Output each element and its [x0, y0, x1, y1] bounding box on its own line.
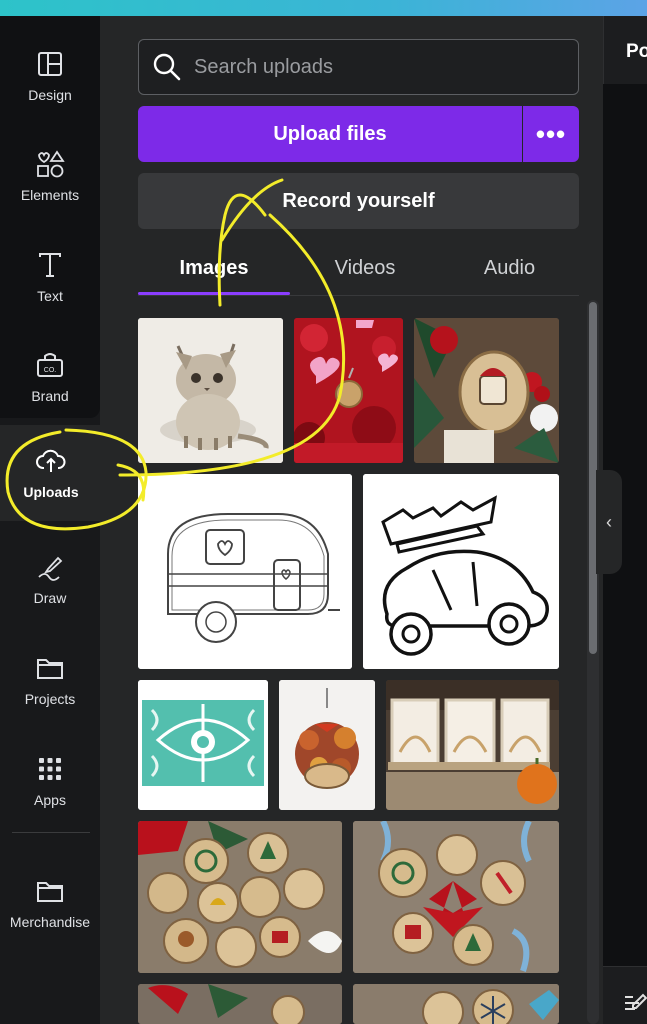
upload-thumbnail[interactable] — [414, 318, 559, 463]
upload-thumbnail[interactable] — [138, 821, 342, 973]
car-tree-drawing-image — [363, 474, 559, 669]
snowflake-slices-partial-image — [353, 984, 559, 1024]
nav-item-brand[interactable]: CO. Brand — [0, 332, 100, 422]
upload-thumbnail[interactable] — [353, 984, 559, 1024]
upload-thumbnail[interactable] — [138, 680, 268, 810]
more-options-button[interactable]: ••• — [523, 106, 579, 162]
upload-thumbnail[interactable] — [386, 680, 559, 810]
layout-icon — [35, 49, 65, 79]
red-ornaments-partial-image — [138, 984, 342, 1024]
nav-item-text[interactable]: Text — [0, 232, 100, 322]
kitten-sketch-image — [138, 318, 283, 463]
camper-drawing-image — [138, 474, 352, 669]
apps-grid-icon — [35, 754, 65, 784]
nav-item-uploads[interactable]: Uploads — [0, 425, 102, 521]
upload-thumbnail[interactable] — [138, 318, 283, 463]
right-title-fragment: Po — [626, 41, 647, 62]
tab-divider — [138, 295, 579, 296]
wood-poinsettia-image — [353, 821, 559, 973]
nav-label: Design — [28, 87, 72, 103]
right-header: Po — [603, 16, 647, 84]
nav-label: Apps — [34, 792, 66, 808]
search-icon — [152, 52, 182, 82]
nav-item-merchandise[interactable]: Merchandise — [0, 858, 100, 948]
shapes-icon — [35, 149, 65, 179]
record-yourself-button[interactable]: Record yourself — [138, 173, 579, 229]
tab-audio[interactable]: Audio — [440, 246, 579, 290]
nav-item-design[interactable]: Design — [0, 31, 100, 121]
nav-label: Elements — [20, 187, 80, 203]
nav-label: Projects — [24, 691, 76, 707]
wood-slice-ornaments-image — [138, 821, 342, 973]
tab-videos[interactable]: Videos — [290, 246, 440, 290]
nav-divider — [12, 832, 90, 833]
uploads-panel: Upload files ••• Record yourself Images … — [100, 16, 603, 1024]
upload-thumbnail[interactable] — [279, 680, 375, 810]
upload-thumbnail[interactable] — [138, 984, 342, 1024]
collapse-panel-button[interactable]: ‹ — [596, 470, 622, 574]
cloud-upload-icon — [36, 446, 66, 476]
search-input[interactable] — [194, 55, 554, 79]
chevron-left-icon: ‹ — [606, 511, 612, 532]
shadow-box-frames-image — [386, 680, 559, 810]
nav-label: Uploads — [23, 484, 79, 500]
tab-images[interactable]: Images — [138, 246, 290, 290]
brand-icon: CO. — [35, 350, 65, 380]
text-icon — [35, 250, 65, 280]
folder-icon — [35, 653, 65, 683]
nav-item-draw[interactable]: Draw — [0, 534, 100, 624]
top-gradient-bar — [0, 0, 647, 16]
upload-files-button[interactable]: Upload files — [138, 106, 522, 162]
side-navigation: Design Elements Text CO. Brand Uploads D… — [0, 16, 102, 1024]
wood-ornament-image — [414, 318, 559, 463]
autumn-wreath-image — [279, 680, 375, 810]
nav-label: Brand — [31, 388, 69, 404]
valentine-hearts-image — [294, 318, 403, 463]
notes-button[interactable] — [603, 966, 647, 1024]
notes-icon — [625, 993, 647, 1010]
more-icon: ••• — [535, 118, 567, 149]
upload-thumbnail[interactable] — [353, 821, 559, 973]
upload-thumbnail[interactable] — [138, 474, 352, 669]
nav-label: Text — [37, 288, 63, 304]
nav-label: Merchandise — [9, 914, 91, 930]
upload-thumbnail[interactable] — [363, 474, 559, 669]
nav-item-elements[interactable]: Elements — [0, 131, 100, 221]
nav-label: Draw — [33, 590, 67, 606]
brand-badge: CO. — [44, 367, 57, 374]
nav-item-projects[interactable]: Projects — [0, 635, 100, 725]
canva-uploads-app: Design Elements Text CO. Brand Uploads D… — [0, 0, 647, 1024]
teal-pattern-image — [138, 680, 268, 810]
search-box[interactable] — [138, 39, 579, 95]
draw-icon — [35, 552, 65, 582]
folder-icon — [35, 876, 65, 906]
upload-thumbnail[interactable] — [294, 318, 403, 463]
nav-item-apps[interactable]: Apps — [0, 736, 100, 826]
